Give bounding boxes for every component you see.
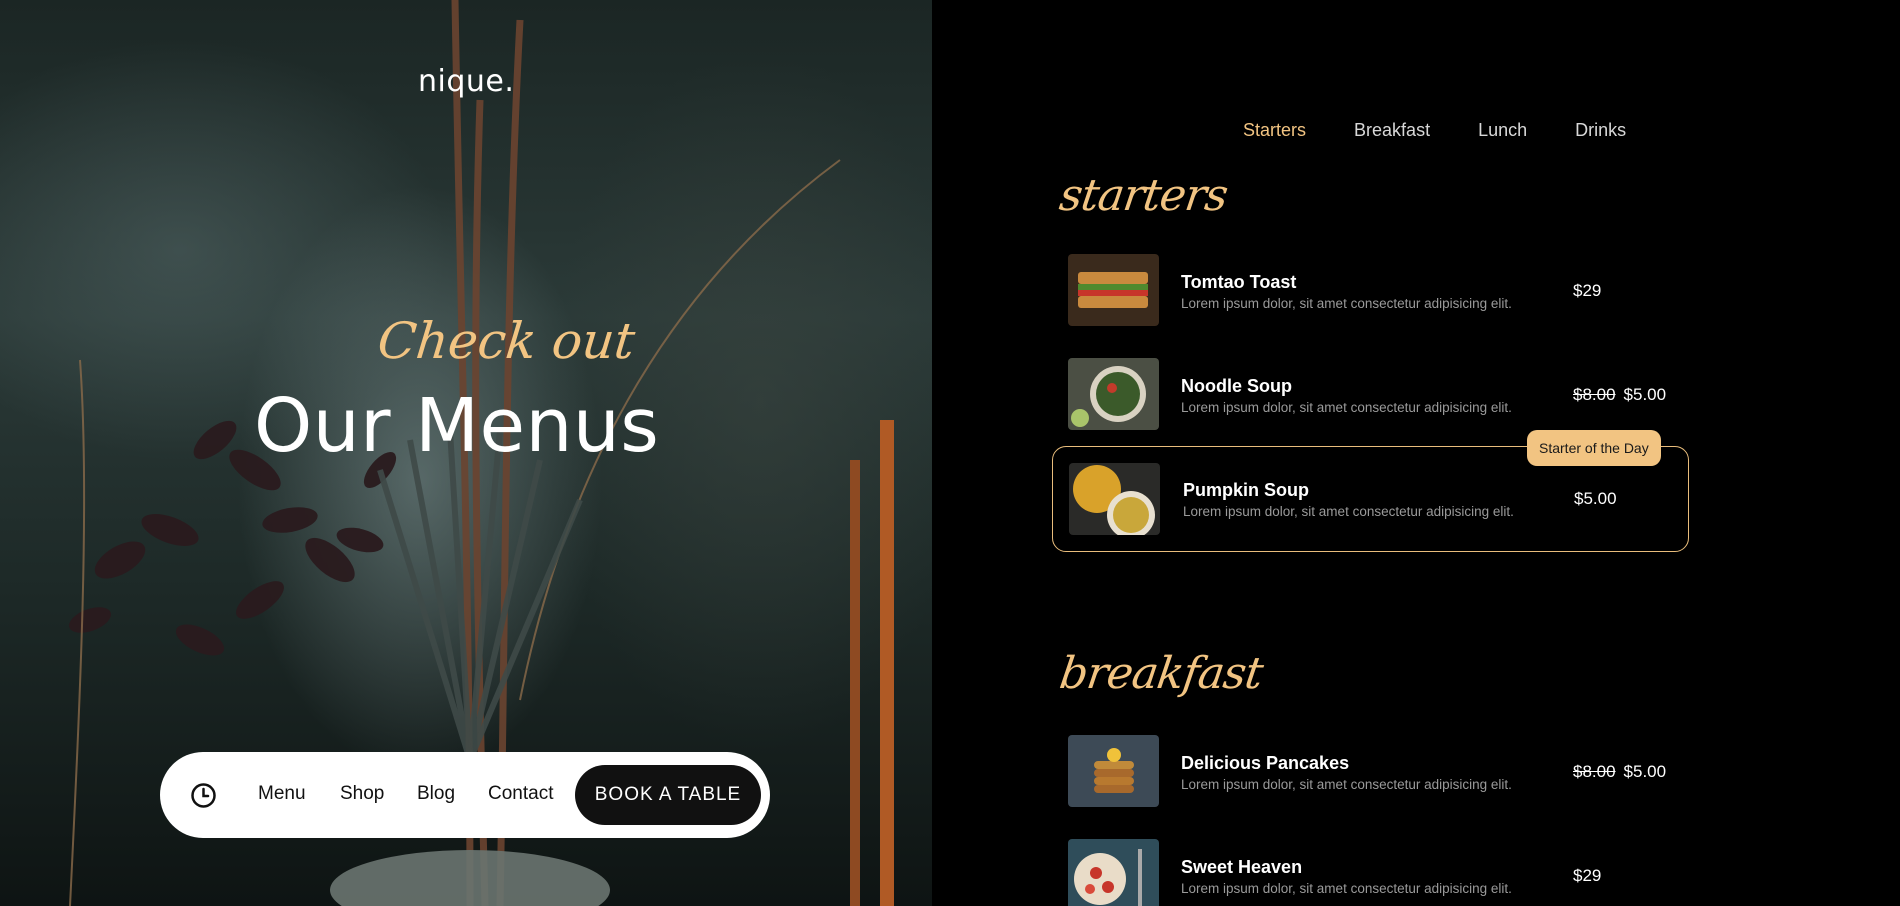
item-name: Sweet Heaven — [1181, 857, 1303, 877]
tab-starters[interactable]: Starters — [1243, 120, 1306, 141]
tab-drinks[interactable]: Drinks — [1575, 120, 1626, 141]
item-current-price: $5.00 — [1623, 385, 1667, 404]
item-current-price: $5.00 — [1574, 489, 1617, 508]
tab-breakfast[interactable]: Breakfast — [1354, 120, 1430, 141]
nav-link-contact[interactable]: Contact — [488, 783, 553, 805]
section-title-breakfast: breakfast — [1056, 648, 1266, 699]
item-current-price: $5.00 — [1623, 762, 1667, 781]
nav-link-shop[interactable]: Shop — [340, 783, 384, 805]
nav-link-menu[interactable]: Menu — [258, 783, 306, 805]
hero-panel: nique. Check out Our Menus Menu Shop Blo… — [0, 0, 932, 906]
item-price: $29 — [1573, 281, 1601, 301]
hero-kicker: Check out — [374, 312, 638, 370]
item-name: Noodle Soup — [1181, 376, 1292, 396]
menu-item[interactable]: Noodle Soup Lorem ipsum dolor, sit amet … — [1068, 358, 1688, 434]
menu-item[interactable]: Delicious Pancakes Lorem ipsum dolor, si… — [1068, 735, 1688, 811]
item-price: $8.00 $5.00 — [1573, 762, 1666, 782]
item-name: Pumpkin Soup — [1183, 480, 1309, 500]
item-old-price: $8.00 — [1573, 385, 1616, 404]
item-image — [1069, 463, 1160, 535]
item-image — [1068, 735, 1159, 807]
item-image — [1068, 839, 1159, 906]
item-current-price: $29 — [1573, 866, 1602, 885]
bottom-nav: Menu Shop Blog Contact BOOK A TABLE — [160, 752, 770, 838]
item-description: Lorem ipsum dolor, sit amet consectetur … — [1181, 881, 1512, 896]
item-image — [1068, 358, 1159, 430]
item-description: Lorem ipsum dolor, sit amet consectetur … — [1181, 777, 1512, 792]
item-price: $5.00 — [1574, 489, 1617, 509]
item-description: Lorem ipsum dolor, sit amet consectetur … — [1183, 504, 1514, 519]
item-description: Lorem ipsum dolor, sit amet consectetur … — [1181, 400, 1512, 415]
item-current-price: $29 — [1573, 281, 1602, 300]
menu-item[interactable]: Tomtao Toast Lorem ipsum dolor, sit amet… — [1068, 254, 1688, 330]
starter-of-day-badge: Starter of the Day — [1527, 430, 1661, 466]
item-image — [1068, 254, 1159, 326]
item-name: Tomtao Toast — [1181, 272, 1297, 292]
item-name: Delicious Pancakes — [1181, 753, 1350, 773]
hero-headline: Our Menus — [254, 383, 660, 469]
item-price: $8.00 $5.00 — [1573, 385, 1666, 405]
menu-item[interactable]: Sweet Heaven Lorem ipsum dolor, sit amet… — [1068, 839, 1688, 906]
section-title-starters: starters — [1056, 170, 1231, 221]
item-old-price: $8.00 — [1573, 762, 1616, 781]
tab-lunch[interactable]: Lunch — [1478, 120, 1527, 141]
item-price: $29 — [1573, 866, 1601, 886]
logo[interactable]: nique. — [418, 64, 514, 99]
menu-item-featured[interactable]: Starter of the Day Pumpkin Soup Lorem ip… — [1052, 430, 1689, 552]
item-description: Lorem ipsum dolor, sit amet consectetur … — [1181, 296, 1512, 311]
menu-tabs: Starters Breakfast Lunch Drinks — [1243, 120, 1626, 141]
nav-link-blog[interactable]: Blog — [417, 783, 455, 805]
book-table-button[interactable]: BOOK A TABLE — [575, 765, 761, 825]
clock-icon[interactable] — [190, 782, 217, 809]
menu-panel: Starters Breakfast Lunch Drinks starters… — [932, 0, 1900, 906]
